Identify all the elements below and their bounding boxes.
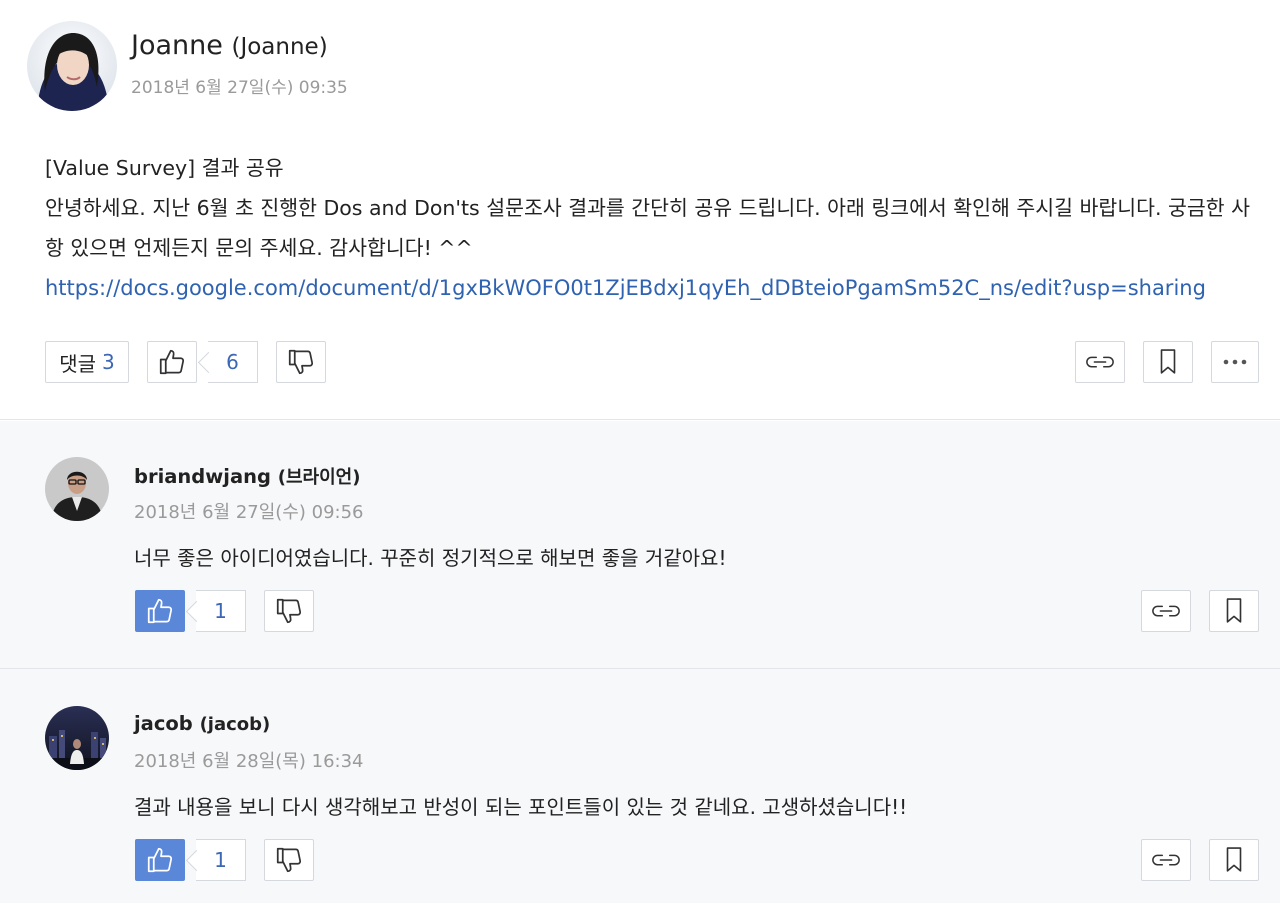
post-title-line: [Value Survey] 결과 공유	[45, 156, 284, 180]
more-button[interactable]	[1211, 341, 1259, 383]
comment-bookmark-button[interactable]	[1209, 590, 1259, 632]
thumbs-down-icon	[274, 596, 304, 626]
commenter-alias: (브라이언)	[277, 467, 361, 488]
comment-like-button[interactable]	[135, 590, 185, 632]
commenter-avatar[interactable]	[45, 706, 109, 770]
author-display-name: Joanne	[131, 30, 223, 61]
comment-like-count[interactable]: 1	[196, 839, 246, 881]
comment-list: briandwjang (브라이언) 2018년 6월 27일(수) 09:56…	[0, 421, 1280, 903]
comment-text: 너무 좋은 아이디어였습니다. 꾸준히 정기적으로 해보면 좋을 거같아요!	[134, 546, 727, 570]
copy-link-button[interactable]	[1075, 341, 1125, 383]
comment-count-button[interactable]: 댓글 3	[45, 341, 129, 383]
dislike-button[interactable]	[276, 341, 326, 383]
thumbs-down-icon	[286, 347, 316, 377]
comment-count: 3	[102, 350, 115, 374]
commenter-name[interactable]: jacob (jacob)	[134, 712, 270, 735]
comment-dislike-button[interactable]	[264, 839, 314, 881]
commenter-name[interactable]: briandwjang (브라이언)	[134, 463, 360, 489]
commenter-display-name: jacob	[134, 712, 193, 735]
like-button[interactable]	[147, 341, 197, 383]
commenter-alias: (jacob)	[199, 714, 271, 735]
post-date: 2018년 6월 27일(수) 09:35	[131, 78, 348, 98]
author-name[interactable]: Joanne (Joanne)	[131, 30, 328, 61]
comment-label: 댓글	[59, 351, 97, 376]
thumbs-up-icon	[145, 845, 175, 875]
more-icon	[1223, 359, 1247, 365]
author-alias: (Joanne)	[231, 34, 328, 60]
comment-date: 2018년 6월 27일(수) 09:56	[134, 502, 364, 523]
comment-copy-link-button[interactable]	[1141, 590, 1191, 632]
thumbs-down-icon	[274, 845, 304, 875]
comment-item: briandwjang (브라이언) 2018년 6월 27일(수) 09:56…	[0, 421, 1280, 669]
author-avatar[interactable]	[27, 21, 117, 111]
link-icon	[1151, 603, 1181, 619]
thumbs-up-icon	[157, 347, 187, 377]
comment-text: 결과 내용을 보니 다시 생각해보고 반성이 되는 포인트들이 있는 것 같네요…	[134, 795, 908, 819]
post-body: [Value Survey] 결과 공유 안녕하세요. 지난 6월 초 진행한 …	[45, 148, 1255, 308]
link-icon	[1085, 354, 1115, 370]
post-card: Joanne (Joanne) 2018년 6월 27일(수) 09:35 [V…	[0, 0, 1280, 420]
commenter-display-name: briandwjang	[134, 465, 271, 488]
thumbs-up-icon	[145, 596, 175, 626]
comment-date: 2018년 6월 28일(목) 16:34	[134, 751, 364, 772]
link-icon	[1151, 852, 1181, 868]
comment-like-count[interactable]: 1	[196, 590, 246, 632]
commenter-avatar[interactable]	[45, 457, 109, 521]
like-count[interactable]: 6	[208, 341, 258, 383]
bookmark-button[interactable]	[1143, 341, 1193, 383]
comment-dislike-button[interactable]	[264, 590, 314, 632]
document-link[interactable]: https://docs.google.com/document/d/1gxBk…	[45, 268, 1255, 308]
comment-copy-link-button[interactable]	[1141, 839, 1191, 881]
comment-bookmark-button[interactable]	[1209, 839, 1259, 881]
bookmark-icon	[1159, 349, 1177, 375]
comment-like-button[interactable]	[135, 839, 185, 881]
comment-item: jacob (jacob) 2018년 6월 28일(목) 16:34 결과 내…	[0, 670, 1280, 903]
post-text: 안녕하세요. 지난 6월 초 진행한 Dos and Don'ts 설문조사 결…	[45, 196, 1250, 260]
bookmark-icon	[1225, 847, 1243, 873]
bookmark-icon	[1225, 598, 1243, 624]
